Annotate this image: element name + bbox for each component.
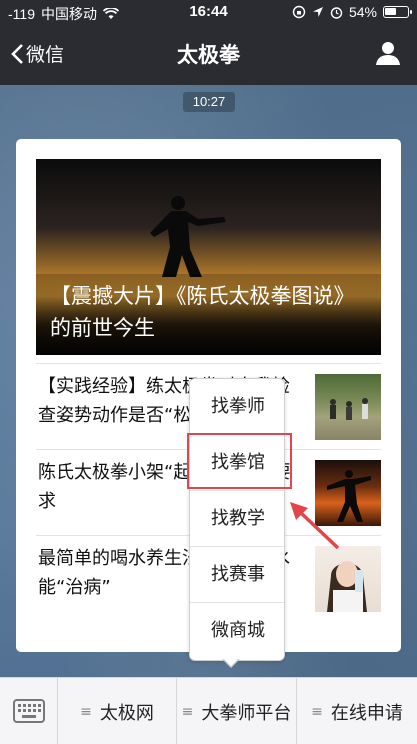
rotation-lock-icon [292, 5, 306, 19]
person-icon[interactable] [375, 40, 401, 66]
battery-icon [383, 6, 412, 18]
menu-item-find-teaching[interactable]: 找教学 [190, 491, 286, 547]
alarm-icon [330, 6, 343, 19]
tab-label: 太极网 [99, 702, 154, 724]
hero-article[interactable]: 【震撼大片】《陈氏太极拳图说》的前世今生 [36, 159, 381, 355]
tab-label: 大拳师平台 [201, 702, 292, 724]
hero-caption: 【震撼大片】《陈氏太极拳图说》的前世今生 [36, 274, 381, 355]
top-bar: -119 中国移动 16:44 54% 微信 太极拳 [0, 0, 417, 85]
menu-lines-icon: ≡ [311, 703, 323, 720]
practice-group-thumbnail [315, 374, 381, 440]
keyboard-toggle-button[interactable] [0, 678, 58, 744]
tab-master-platform[interactable]: ≡ 大拳师平台 [177, 678, 297, 744]
menu-item-find-master[interactable]: 找拳师 [190, 379, 286, 435]
battery-level [385, 8, 397, 15]
nav-bar: 微信 太极拳 [0, 26, 417, 82]
menu-item-wechat-store[interactable]: 微商城 [190, 603, 286, 659]
popup-menu: 找拳师 找拳馆 找教学 找赛事 微商城 [189, 378, 286, 661]
tab-label: 在线申请 [330, 702, 403, 724]
tab-online-apply[interactable]: ≡ 在线申请 [297, 678, 417, 744]
woman-drinking-thumbnail [315, 546, 381, 612]
popup-pointer-fill [223, 658, 239, 666]
highlight-box [187, 433, 292, 489]
location-icon [312, 7, 323, 17]
tab-taiji-net[interactable]: ≡ 太极网 [58, 678, 177, 744]
menu-lines-icon: ≡ [80, 703, 92, 720]
battery-percent: 54% [348, 4, 377, 20]
page-title: 太极拳 [177, 43, 240, 67]
keyboard-icon [12, 698, 45, 723]
bottom-menu-bar: ≡ 太极网 ≡ 大拳师平台 ≡ 在线申请 [0, 677, 417, 744]
menu-lines-icon: ≡ [181, 703, 194, 720]
menu-item-find-events[interactable]: 找赛事 [190, 547, 286, 603]
red-arrow-icon [290, 502, 340, 550]
taichi-silhouette-image [150, 196, 226, 277]
message-timestamp: 10:27 [183, 92, 235, 112]
status-bar: -119 中国移动 16:44 54% [0, 0, 417, 24]
